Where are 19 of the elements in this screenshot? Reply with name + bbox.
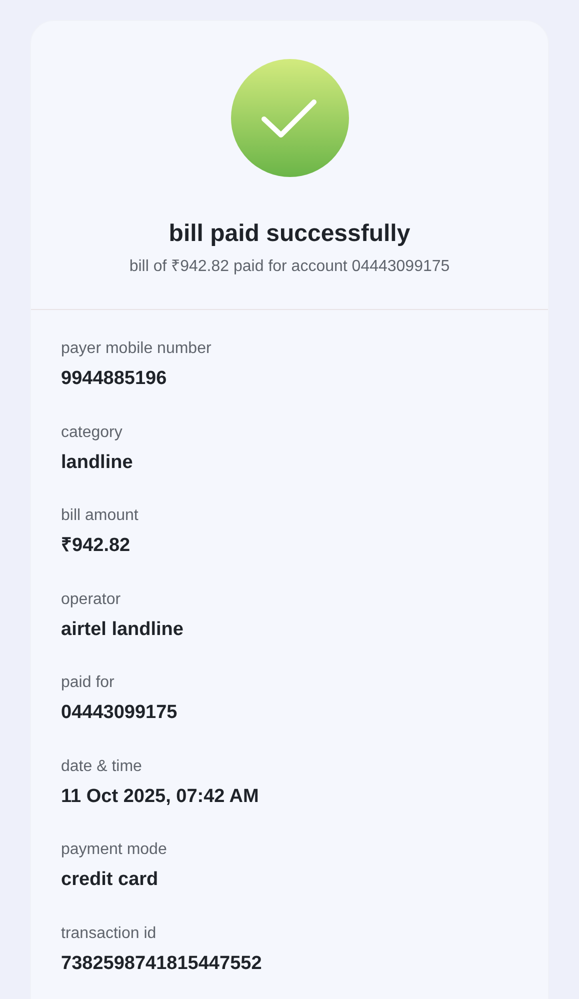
detail-value: 7382598741815447552 [61, 952, 263, 976]
detail-value: 04443099175 [61, 701, 178, 725]
detail-label: bill amount [61, 506, 140, 526]
detail-value: 11 Oct 2025, 07:42 AM [61, 784, 260, 808]
check-circle-icon [230, 59, 348, 177]
detail-label: paid for [61, 673, 116, 693]
status-subtitle: bill of ₹942.82 paid for account 04443099175 [129, 257, 450, 277]
detail-label: operator [61, 590, 122, 610]
detail-value: 9944885196 [61, 367, 168, 391]
detail-value: landline [61, 450, 134, 474]
status-title: bill paid successfully [168, 219, 410, 249]
detail-label: payment mode [61, 840, 168, 860]
detail-value: credit card [61, 868, 160, 892]
detail-label: payer mobile number [61, 339, 212, 359]
detail-label: category [61, 422, 124, 442]
detail-label: transaction id [61, 924, 158, 944]
detail-label: date & time [61, 756, 143, 776]
detail-value: ₹942.82 [61, 534, 132, 558]
detail-value: airtel landline [61, 618, 184, 642]
